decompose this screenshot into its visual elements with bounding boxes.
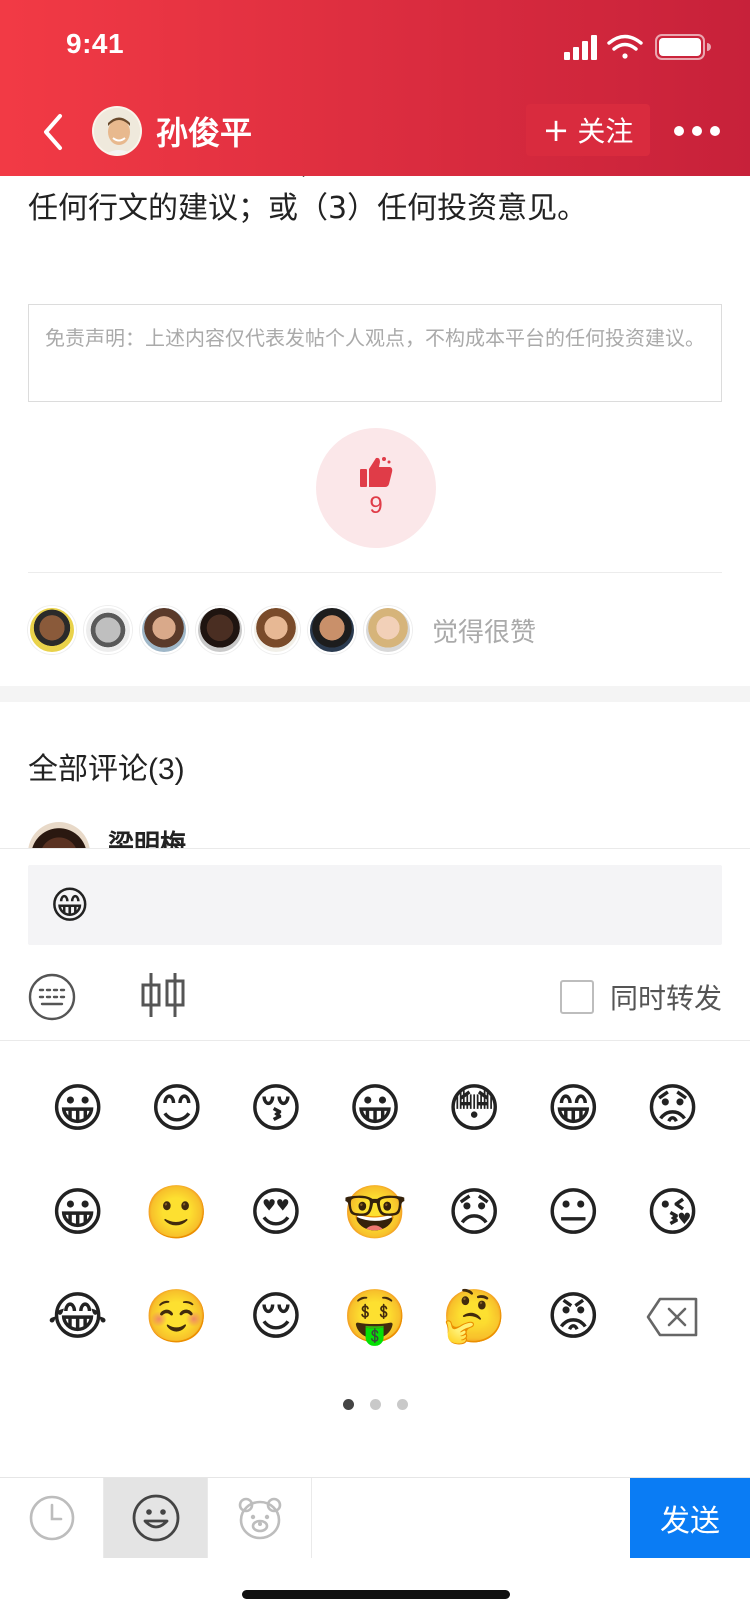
- repost-toggle[interactable]: 同时转发: [559, 977, 722, 1017]
- emoji-key[interactable]: 😡: [524, 1289, 623, 1345]
- follow-button[interactable]: + 关注: [526, 104, 650, 156]
- keyboard-icon[interactable]: [28, 973, 76, 1021]
- emoji-key[interactable]: 😟: [623, 1081, 722, 1137]
- comment-author-name[interactable]: 梁明梅: [108, 824, 186, 848]
- more-dot: [710, 126, 720, 136]
- smiley-icon: [132, 1494, 179, 1542]
- page-dot-active[interactable]: [342, 1399, 354, 1410]
- emoji-key[interactable]: 😊: [127, 1081, 226, 1137]
- author-name[interactable]: 孙俊平: [156, 108, 252, 154]
- likers-row[interactable]: 觉得很赞: [28, 606, 536, 654]
- like-count: 9: [369, 492, 383, 519]
- thumbs-up-icon: [360, 457, 393, 487]
- more-dot: [674, 126, 684, 136]
- article-last-line: 任何行文的建议；或（3）任何投资意见。: [28, 191, 588, 226]
- emoji-key[interactable]: 🙂: [127, 1185, 226, 1241]
- avatar-face-icon: [94, 108, 140, 154]
- home-indicator[interactable]: [242, 1590, 510, 1599]
- emoji-key[interactable]: 🤓: [325, 1185, 424, 1241]
- more-options-button[interactable]: [674, 126, 720, 138]
- bear-icon: [238, 1497, 281, 1540]
- emoji-page-indicator: [0, 1399, 750, 1410]
- emoji-key[interactable]: 🤔: [425, 1289, 524, 1345]
- emoji-key[interactable]: 😂: [28, 1289, 127, 1345]
- status-indicators: [564, 34, 711, 60]
- repost-checkbox[interactable]: [559, 980, 594, 1014]
- clock-icon: [29, 1495, 74, 1541]
- like-button[interactable]: 9: [316, 428, 436, 548]
- liker-avatar[interactable]: [28, 606, 76, 654]
- liker-avatar[interactable]: [140, 606, 188, 654]
- page-dot[interactable]: [369, 1399, 381, 1410]
- cellular-signal-icon: [564, 35, 597, 60]
- comment-composer: 😁 同时转发 😀 😊 �: [0, 848, 750, 1624]
- tab-sticker[interactable]: [208, 1478, 312, 1558]
- section-separator: [0, 686, 750, 702]
- emoji-key[interactable]: 😁: [524, 1081, 623, 1137]
- emoji-key[interactable]: 😘: [623, 1185, 722, 1241]
- liker-avatar[interactable]: [364, 606, 412, 654]
- page-dot[interactable]: [396, 1399, 408, 1410]
- send-button[interactable]: 发送: [630, 1478, 750, 1558]
- more-dot: [692, 126, 702, 136]
- comment-input-value: 😁: [50, 883, 90, 927]
- liker-avatar[interactable]: [84, 606, 132, 654]
- divider: [28, 572, 722, 573]
- plus-icon: +: [542, 111, 570, 149]
- emoji-grid: 😀 😊 😚 😀 😳 😁 😟 😀 🙂 😍 🤓 😞 😐 😘 😂 ☺️ 😌 🤑 🤔 😡: [28, 1081, 722, 1345]
- follow-label: 关注: [577, 115, 634, 148]
- emoji-key[interactable]: 😳: [425, 1081, 524, 1137]
- liker-avatar[interactable]: [196, 606, 244, 654]
- tab-emoji[interactable]: [104, 1478, 208, 1558]
- liker-avatar[interactable]: [252, 606, 300, 654]
- candlestick-icon[interactable]: [140, 971, 186, 1019]
- emoji-key[interactable]: 😀: [325, 1081, 424, 1137]
- emoji-key[interactable]: 🤑: [325, 1289, 424, 1345]
- backspace-icon[interactable]: [646, 1297, 698, 1337]
- composer-toolbar: 同时转发: [0, 953, 750, 1041]
- emoji-key[interactable]: ☺️: [127, 1289, 226, 1345]
- emoji-key[interactable]: 😀: [28, 1081, 127, 1137]
- emoji-key[interactable]: 😞: [425, 1185, 524, 1241]
- status-time: 9:41: [66, 28, 125, 59]
- repost-label: 同时转发: [609, 982, 722, 1015]
- emoji-key[interactable]: 😀: [28, 1185, 127, 1241]
- top-nav-bar: 9:41 孙俊平 + 关注: [0, 0, 750, 176]
- emoji-key[interactable]: 😍: [226, 1185, 325, 1241]
- comment-input[interactable]: 😁: [28, 865, 722, 945]
- battery-icon: [655, 34, 711, 60]
- wifi-icon: [607, 34, 643, 59]
- emoji-key[interactable]: 😐: [524, 1185, 623, 1241]
- author-avatar[interactable]: [92, 106, 142, 156]
- tab-recent[interactable]: [0, 1478, 104, 1558]
- comments-title: 全部评论(3): [28, 753, 185, 786]
- emoji-key[interactable]: 😌: [226, 1289, 325, 1345]
- back-button[interactable]: [34, 108, 74, 156]
- liker-avatar[interactable]: [308, 606, 356, 654]
- emoji-category-bar: 发送: [0, 1477, 750, 1558]
- likers-caption: 觉得很赞: [432, 617, 537, 648]
- emoji-key[interactable]: 😚: [226, 1081, 325, 1137]
- disclaimer-box: 免责声明：上述内容仅代表发帖个人观点，不构成本平台的任何投资建议。: [28, 304, 722, 402]
